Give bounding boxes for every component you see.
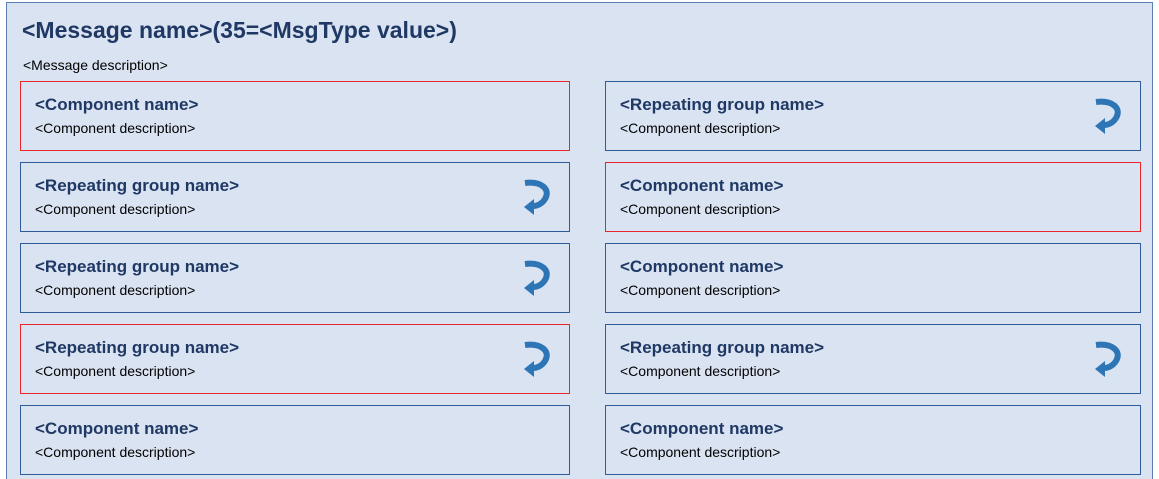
box-description: <Component description> [35,120,196,136]
right-box-1: <Repeating group name> <Component descri… [605,81,1141,151]
repeat-arrow-icon [521,179,551,217]
box-description: <Component description> [620,282,781,298]
box-description: <Component description> [620,363,781,379]
right-box-2: <Component name> <Component description> [605,162,1141,232]
box-name: <Component name> [35,95,199,114]
box-name: <Repeating group name> [35,257,240,276]
box-name: <Repeating group name> [35,176,240,195]
right-box-5: <Component name> <Component description> [605,405,1141,475]
message-description: <Message description> [23,57,168,73]
box-name: <Component name> [620,419,784,438]
box-name: <Component name> [620,176,784,195]
box-name: <Repeating group name> [35,338,240,357]
repeat-arrow-icon [521,260,551,298]
left-box-3: <Repeating group name> <Component descri… [20,243,570,313]
left-box-4: <Repeating group name> <Component descri… [20,324,570,394]
left-box-2: <Repeating group name> <Component descri… [20,162,570,232]
box-description: <Component description> [35,444,196,460]
repeat-arrow-icon [521,341,551,379]
box-name: <Component name> [35,419,199,438]
message-panel: <Message name>(35=<MsgType value>) <Mess… [6,2,1153,479]
box-description: <Component description> [35,282,196,298]
right-box-3: <Component name> <Component description> [605,243,1141,313]
box-name: <Component name> [620,257,784,276]
repeat-arrow-icon [1092,98,1122,136]
message-title: <Message name>(35=<MsgType value>) [22,17,457,43]
box-description: <Component description> [620,120,781,136]
repeat-arrow-icon [1092,341,1122,379]
box-description: <Component description> [35,201,196,217]
right-box-4: <Repeating group name> <Component descri… [605,324,1141,394]
left-box-5: <Component name> <Component description> [20,405,570,475]
box-name: <Repeating group name> [620,338,825,357]
box-description: <Component description> [620,444,781,460]
box-description: <Component description> [620,201,781,217]
left-box-1: <Component name> <Component description> [20,81,570,151]
box-name: <Repeating group name> [620,95,825,114]
box-description: <Component description> [35,363,196,379]
